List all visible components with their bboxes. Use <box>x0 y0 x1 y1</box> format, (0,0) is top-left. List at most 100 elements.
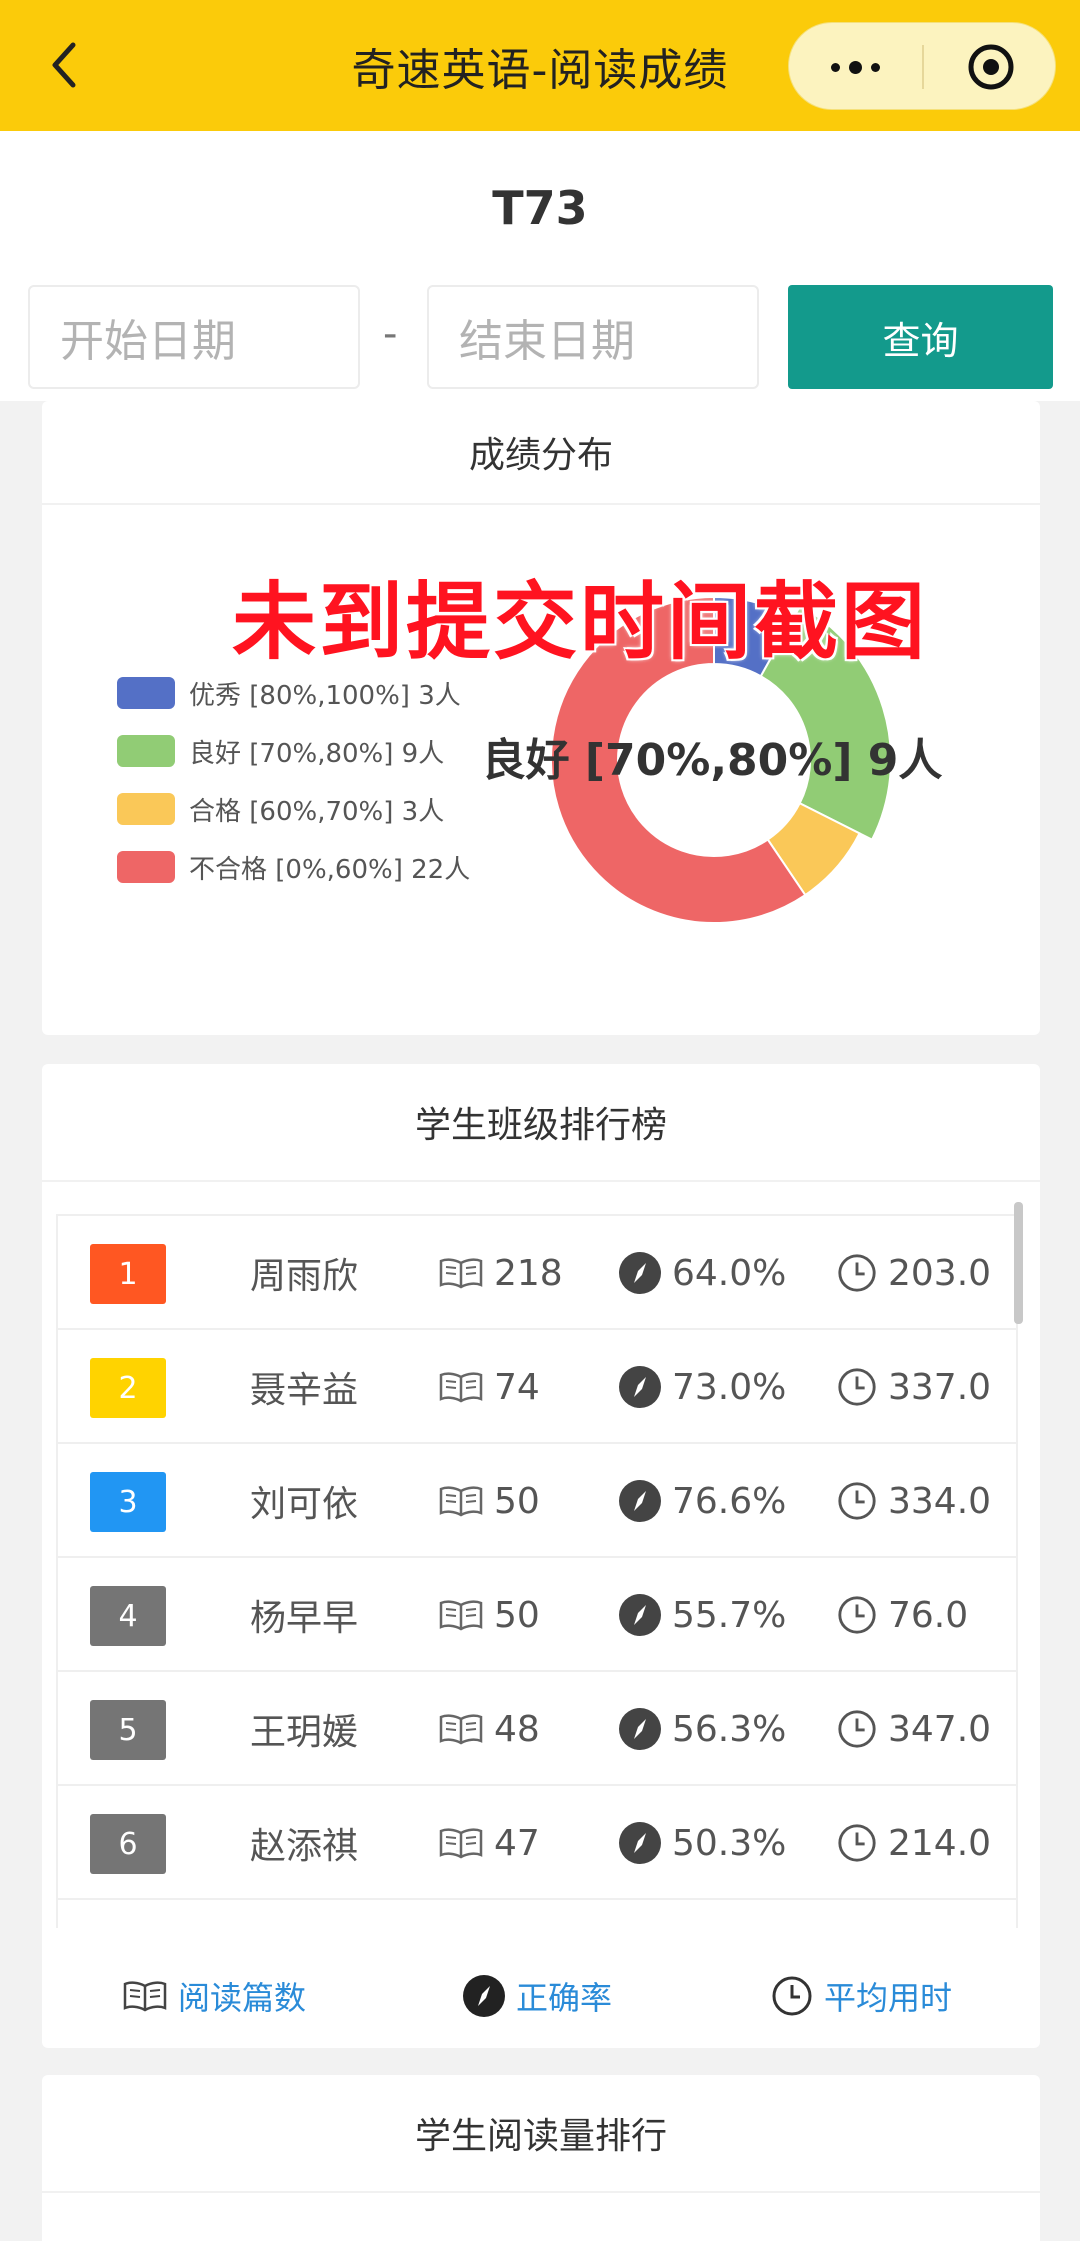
book-icon <box>439 1714 483 1745</box>
clock-icon <box>838 1596 876 1634</box>
compass-icon <box>619 1708 661 1750</box>
distribution-legend: 优秀 [80%,100%] 3人 良好 [70%,80%] 9人 合格 [60%,7… <box>117 664 470 896</box>
ranking-legend-footer: 阅读篇数 正确率 平均用时 <box>42 1944 1040 2048</box>
avg-time-cell: 203.0 <box>836 1216 991 1330</box>
accuracy-cell: 73.0% <box>618 1330 786 1444</box>
ranking-row[interactable]: 1 周雨欣 218 64.0% 203.0 <box>58 1216 1016 1330</box>
book-icon <box>123 1981 167 2012</box>
start-date-input[interactable]: 开始日期 <box>28 285 360 389</box>
page-title: T73 <box>492 181 588 235</box>
accuracy-cell: 64.0% <box>618 1216 786 1330</box>
articles-count: 50 <box>494 1480 540 1522</box>
articles-cell: 50 <box>438 1444 540 1558</box>
avg-time-cell: 347.0 <box>836 1672 991 1786</box>
clock-icon <box>838 1254 876 1292</box>
compass-icon <box>463 1975 505 2017</box>
accuracy-value: 73.0% <box>672 1366 787 1408</box>
articles-cell: 50 <box>438 1558 540 1672</box>
avg-time-value: 76.0 <box>888 1594 969 1636</box>
accuracy-cell: 55.7% <box>618 1558 786 1672</box>
rank-badge: 5 <box>90 1700 166 1760</box>
legend-item[interactable]: 合格 [60%,70%] 3人 <box>117 780 470 838</box>
query-button[interactable]: 查询 <box>788 285 1053 389</box>
compass-icon <box>619 1822 661 1864</box>
compass-icon <box>619 1252 661 1294</box>
book-icon <box>439 1828 483 1859</box>
more-dot-icon <box>871 62 880 72</box>
articles-cell: 218 <box>438 1216 563 1330</box>
footer-articles-label: 阅读篇数 <box>178 1979 307 2017</box>
book-icon <box>439 1372 483 1403</box>
legend-label: 良好 [70%,80%] 9人 <box>189 738 445 769</box>
accuracy-cell: 50.3% <box>618 1786 786 1900</box>
avg-time-cell: 334.0 <box>836 1444 991 1558</box>
accuracy-value: 55.7% <box>672 1594 787 1636</box>
legend-label: 不合格 [0%,60%] 22人 <box>189 854 471 885</box>
top-bar: 奇速英语-阅读成绩 <box>0 0 1080 131</box>
footer-accuracy: 正确率 <box>462 1944 612 2048</box>
articles-cell: 47 <box>438 1786 540 1900</box>
legend-label: 优秀 [80%,100%] 3人 <box>189 680 461 711</box>
clock-icon <box>838 1710 876 1748</box>
legend-swatch <box>117 735 175 767</box>
avg-time-value: 337.0 <box>888 1366 992 1408</box>
clock-icon <box>838 1482 876 1520</box>
legend-swatch <box>117 851 175 883</box>
footer-avg-time: 平均用时 <box>770 1944 952 2048</box>
book-icon <box>439 1600 483 1631</box>
rank-badge: 3 <box>90 1472 166 1532</box>
ranking-row[interactable]: 4 杨早早 50 55.7% 76.0 <box>58 1558 1016 1672</box>
compass-icon <box>619 1594 661 1636</box>
date-separator: - <box>383 311 398 357</box>
footer-avg-time-label: 平均用时 <box>824 1979 953 2017</box>
compass-icon <box>619 1366 661 1408</box>
legend-item[interactable]: 良好 [70%,80%] 9人 <box>117 722 470 780</box>
avg-time-cell: 214.0 <box>836 1786 991 1900</box>
end-date-input[interactable]: 结束日期 <box>427 285 759 389</box>
articles-count: 218 <box>494 1252 563 1294</box>
accuracy-value: 64.0% <box>672 1252 787 1294</box>
accuracy-value: 56.3% <box>672 1708 787 1750</box>
more-dot-icon <box>831 62 840 72</box>
legend-swatch <box>117 677 175 709</box>
ranking-row[interactable]: 6 赵添祺 47 50.3% 214.0 <box>58 1786 1016 1900</box>
student-name: 王玥媛 <box>250 1712 359 1753</box>
clock-icon <box>838 1824 876 1862</box>
student-name: 聂辛益 <box>250 1370 359 1411</box>
filter-header: T73 开始日期 - 结束日期 查询 <box>0 131 1080 401</box>
legend-label: 合格 [60%,70%] 3人 <box>189 796 445 827</box>
rank-badge: 4 <box>90 1586 166 1646</box>
accuracy-value: 50.3% <box>672 1822 787 1864</box>
articles-cell: 48 <box>438 1672 540 1786</box>
close-mini-program-button[interactable] <box>924 23 1057 111</box>
book-icon <box>439 1486 483 1517</box>
watermark-text: 未到提交时间截图 <box>232 573 929 671</box>
legend-item[interactable]: 不合格 [0%,60%] 22人 <box>117 838 470 896</box>
target-close-icon <box>968 44 1013 90</box>
ranking-row[interactable]: 3 刘可依 50 76.6% 334.0 <box>58 1444 1016 1558</box>
clock-icon <box>772 1976 812 2016</box>
avg-time-value: 334.0 <box>888 1480 992 1522</box>
score-distribution-card: 成绩分布 良好 [70%,80%] 9人 优秀 [80%,100%] 3人 良好 … <box>42 401 1040 1035</box>
rank-badge: 6 <box>90 1814 166 1874</box>
articles-count: 50 <box>494 1594 540 1636</box>
ranking-list[interactable]: 1 周雨欣 218 64.0% 203.0 2 聂辛益 74 73.0% 337.0 3 刘可依 50 7… <box>56 1214 1018 1928</box>
rank-badge: 2 <box>90 1358 166 1418</box>
legend-swatch <box>117 793 175 825</box>
student-name: 赵添祺 <box>250 1826 359 1867</box>
articles-count: 47 <box>494 1822 540 1864</box>
footer-articles: 阅读篇数 <box>122 1944 306 2048</box>
ranking-row[interactable]: 2 聂辛益 74 73.0% 337.0 <box>58 1330 1016 1444</box>
class-ranking-card: 学生班级排行榜 1 周雨欣 218 64.0% 203.0 2 聂辛益 74 73.0% 337.… <box>42 1064 1040 2048</box>
articles-count: 74 <box>494 1366 540 1408</box>
student-name: 杨早早 <box>250 1598 359 1639</box>
avg-time-cell: 76.0 <box>836 1558 968 1672</box>
articles-cell: 74 <box>438 1330 540 1444</box>
footer-accuracy-label: 正确率 <box>516 1979 613 2017</box>
more-menu-button[interactable] <box>789 23 922 111</box>
clock-icon <box>838 1368 876 1406</box>
avg-time-cell: 337.0 <box>836 1330 991 1444</box>
compass-icon <box>619 1480 661 1522</box>
ranking-scrollbar[interactable] <box>1014 1202 1023 1324</box>
ranking-row[interactable]: 5 王玥媛 48 56.3% 347.0 <box>58 1672 1016 1786</box>
